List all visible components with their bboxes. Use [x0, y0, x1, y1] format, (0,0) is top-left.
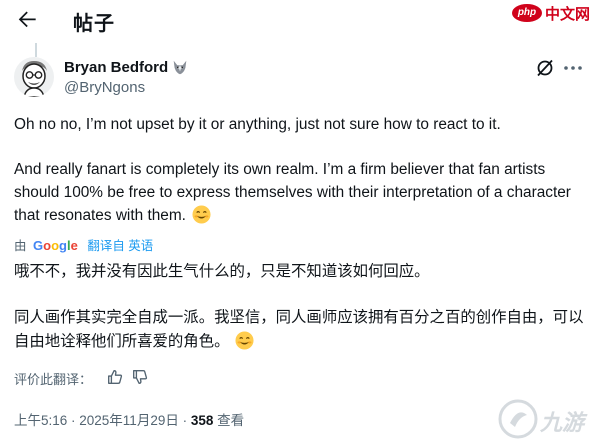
- site-watermark-text: 九游: [540, 410, 585, 435]
- translated-paragraph-1: 哦不不，我并没有因此生气什么的，只是不知道该如何回应。: [14, 263, 430, 280]
- author-handle[interactable]: @BryNgons: [64, 79, 145, 96]
- grok-icon[interactable]: [535, 58, 555, 78]
- translated-from-link[interactable]: 翻译自 英语: [87, 239, 153, 253]
- smiling-face-emoji: [235, 331, 255, 350]
- more-dots-icon[interactable]: [562, 58, 584, 78]
- thread-line: [35, 43, 37, 57]
- views-count: 358: [190, 413, 214, 428]
- tweet-meta: 上午5:16 · 2025年11月29日 · 358 查看: [14, 409, 244, 429]
- page-title: 帖子: [73, 13, 115, 35]
- rate-translation-label: 评价此翻译：: [14, 372, 93, 387]
- site-watermark: 九游: [497, 397, 592, 441]
- translated-by-label: 由: [14, 239, 27, 253]
- tweet-text: Oh no no, I’m not upset by it or anythin…: [14, 113, 589, 227]
- translated-text: 哦不不，我并没有因此生气什么的，只是不知道该如何回应。 同人画作其实完全自成一派…: [14, 260, 589, 354]
- tweet-paragraph-2: And really fanart is completely its own …: [14, 158, 589, 227]
- tweet-timestamp[interactable]: 上午5:16 · 2025年11月29日 ·: [14, 413, 191, 428]
- thumbs-down-icon[interactable]: [131, 368, 149, 386]
- google-logo: Google: [33, 238, 78, 253]
- smiling-face-emoji: [192, 205, 211, 224]
- thumbs-up-icon[interactable]: [106, 368, 124, 386]
- tweet-paragraph-1: Oh no no, I’m not upset by it or anythin…: [14, 116, 501, 133]
- translation-attribution: 由 Google 翻译自 英语: [14, 235, 153, 254]
- translated-paragraph-2-text: 同人画作其实完全自成一派。我坚信，同人画师应该拥有百分之百的创作自由，可以自由地…: [14, 309, 584, 350]
- watermark-cn: 中文网: [545, 6, 591, 23]
- avatar[interactable]: [14, 57, 54, 97]
- back-arrow-icon[interactable]: [14, 6, 40, 32]
- views-label: 查看: [213, 413, 245, 428]
- top-bar: 帖子 php 中文网: [0, 0, 595, 40]
- watermark-php: php: [512, 4, 542, 22]
- author-name[interactable]: Bryan Bedford: [64, 59, 168, 76]
- tweet-paragraph-2-text: And really fanart is completely its own …: [14, 161, 571, 224]
- translated-paragraph-2: 同人画作其实完全自成一派。我坚信，同人画师应该拥有百分之百的创作自由，可以自由地…: [14, 306, 589, 354]
- fox-badge-icon: [173, 60, 187, 75]
- watermark-logo: php 中文网: [512, 2, 592, 24]
